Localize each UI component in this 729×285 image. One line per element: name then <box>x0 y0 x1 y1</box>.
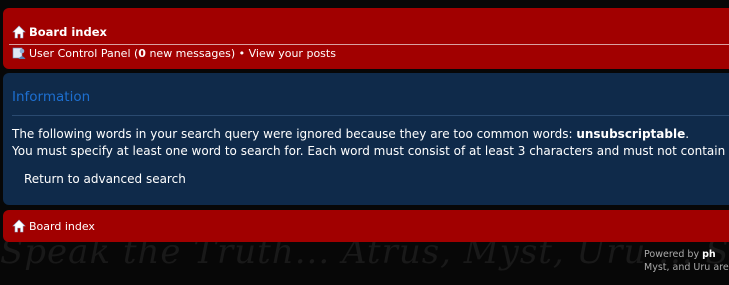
user-control-panel-link[interactable]: User Control Panel (0 new messages) <box>29 47 235 60</box>
copyright-line: Myst, and Uru are c <box>644 262 729 273</box>
information-panel: Information The following words in your … <box>3 73 729 205</box>
powered-by-text: Powered by <box>644 249 703 260</box>
home-icon <box>12 25 26 39</box>
ignored-words-end: . <box>685 127 690 141</box>
panel-title: Information <box>12 89 91 105</box>
board-index-row: Board index <box>12 23 107 41</box>
powered-by-name[interactable]: ph <box>702 249 716 260</box>
ucp-label-prefix: User Control Panel ( <box>29 46 139 60</box>
return-row: Return to advanced search <box>24 172 186 186</box>
return-to-advanced-search-link[interactable]: Return to advanced search <box>24 172 186 186</box>
user-links-row: User Control Panel (0 new messages) • Vi… <box>12 44 336 62</box>
copyright-footer: Powered by ph Myst, and Uru are c <box>644 248 729 274</box>
ucp-label-suffix: new messages) <box>145 46 236 60</box>
top-navbar: Board index User Control Panel (0 new me… <box>3 8 729 69</box>
board-index-link[interactable]: Board index <box>29 25 107 39</box>
bottom-navbar: Board index <box>3 210 729 242</box>
board-index-row-bottom: Board index <box>12 217 95 235</box>
link-separator: • <box>235 46 249 60</box>
ignored-word: unsubscriptable <box>576 127 686 141</box>
user-control-panel-icon <box>12 47 26 59</box>
home-icon <box>12 219 26 233</box>
search-requirement-message: You must specify at least one word to se… <box>12 144 726 158</box>
view-your-posts-link[interactable]: View your posts <box>249 47 336 60</box>
ignored-words-message: The following words in your search query… <box>12 127 689 141</box>
powered-by-line: Powered by ph <box>644 248 729 261</box>
ignored-words-text: The following words in your search query… <box>12 127 577 141</box>
panel-divider <box>12 115 729 116</box>
new-messages-count: 0 <box>138 46 146 60</box>
board-index-link-bottom[interactable]: Board index <box>29 220 95 233</box>
